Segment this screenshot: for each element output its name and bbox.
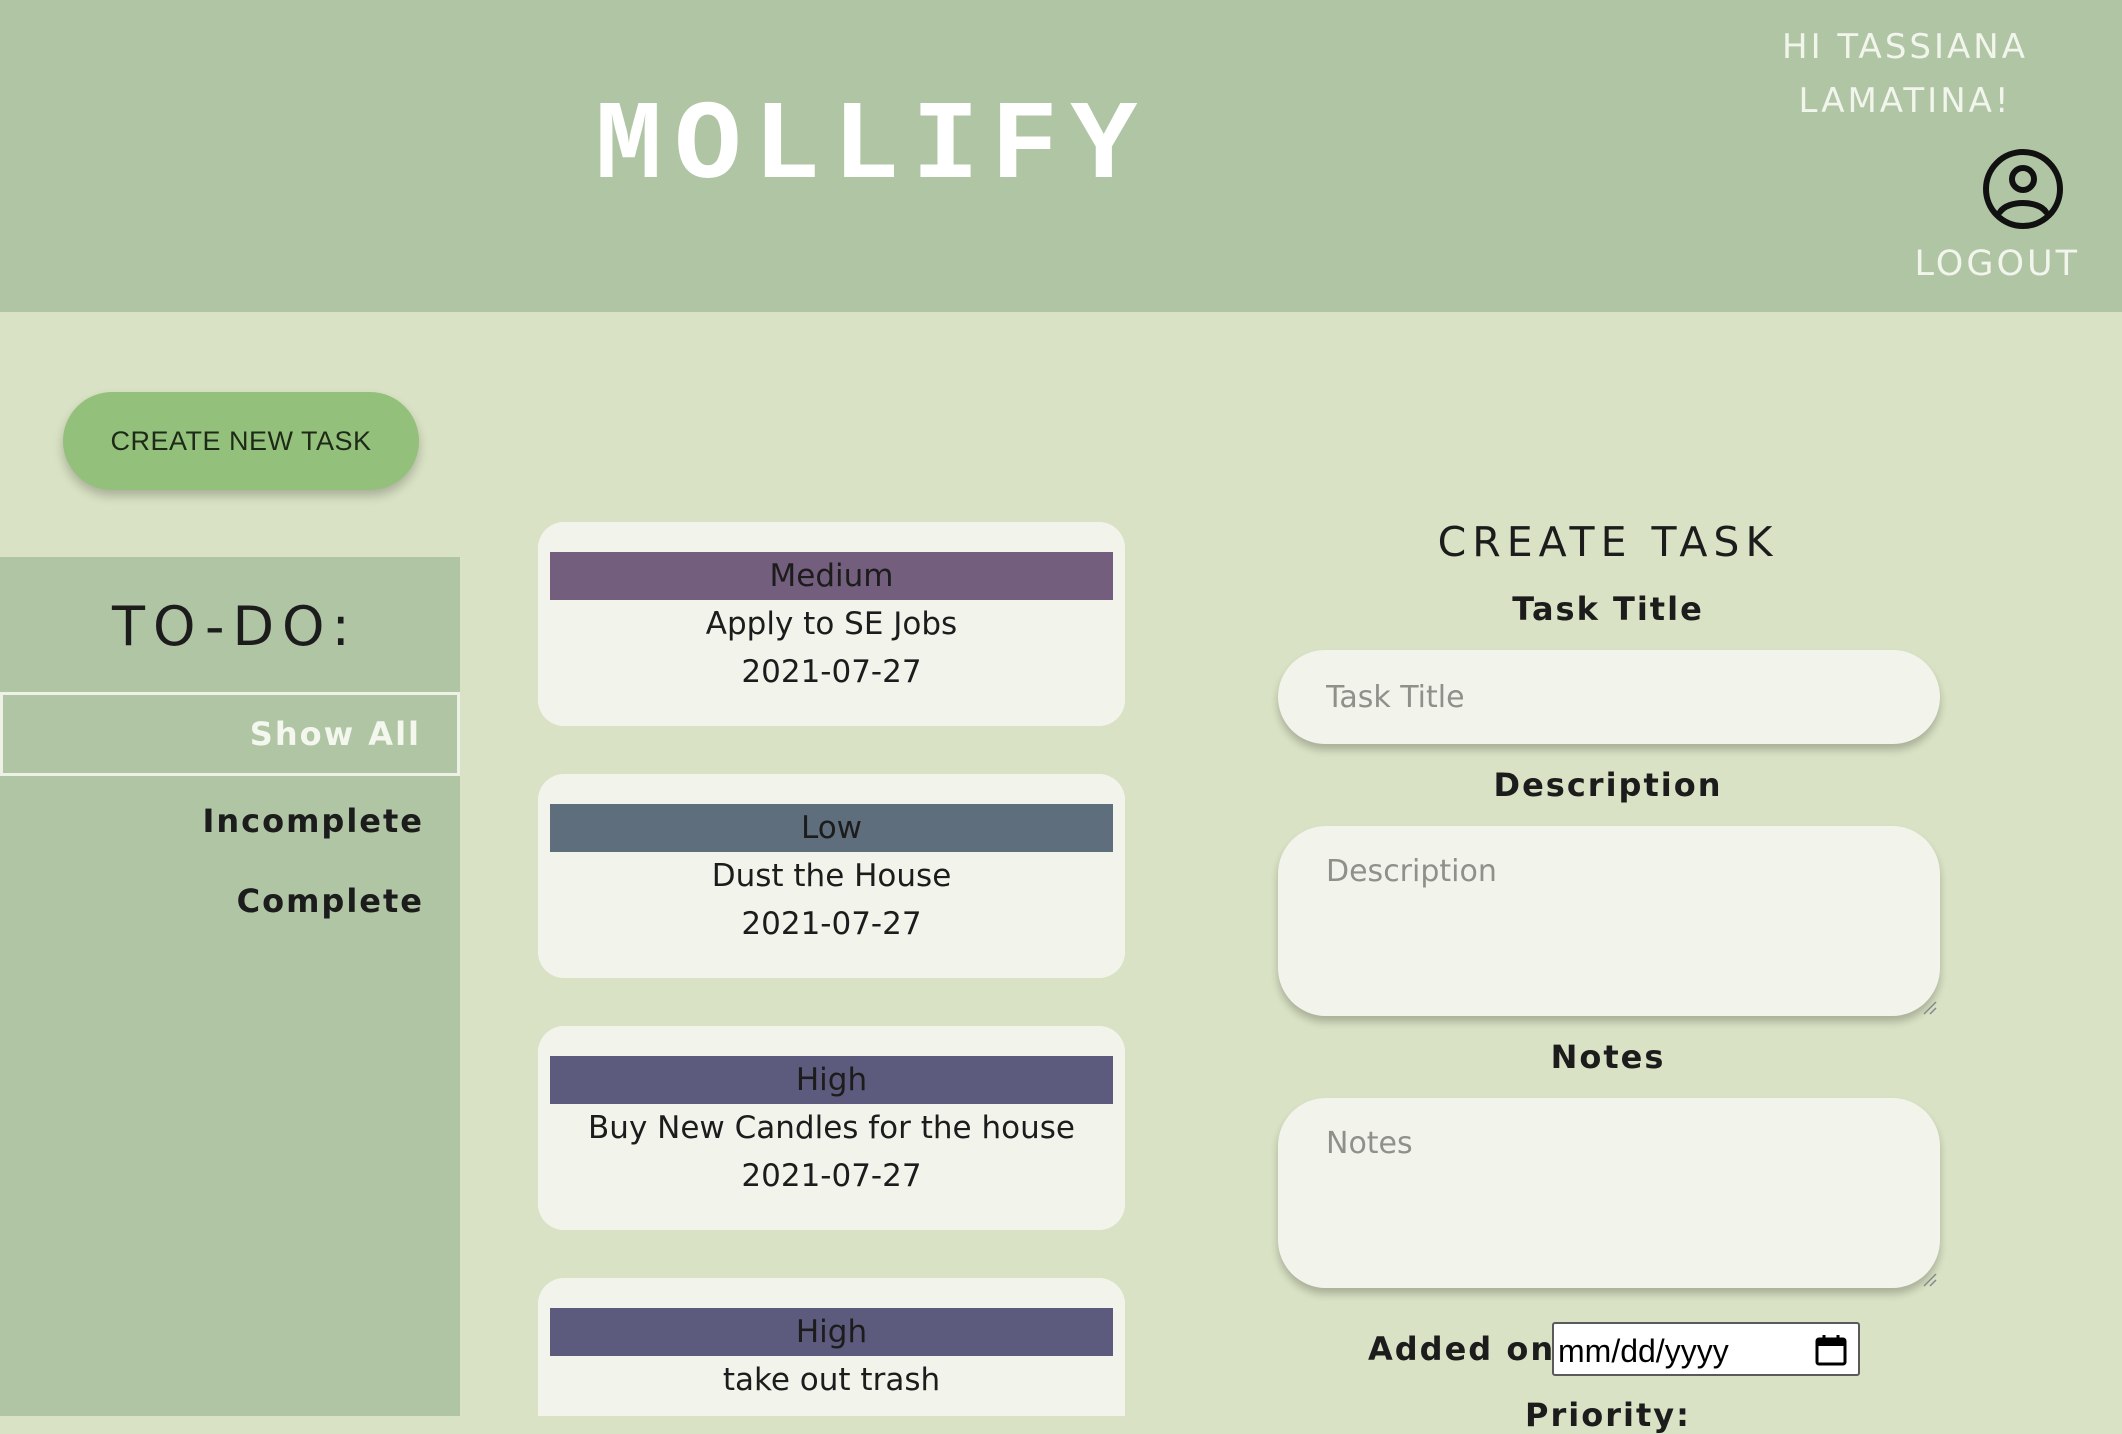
priority-badge: High [550,1308,1113,1356]
user-circle-icon[interactable] [1982,148,2064,230]
app-header: MOLLIFY HI TASSIANA LAMATINA! LOGOUT [0,0,2122,312]
task-title-label: Task Title [1512,590,1704,628]
task-date: 2021-07-27 [741,654,922,690]
date-placeholder: mm/dd/yyyy [1558,1333,1729,1369]
todo-sidebar: TO-DO: Show All Incomplete Complete [0,557,460,1416]
sidebar-title: TO-DO: [112,595,358,658]
task-card[interactable]: Medium Apply to SE Jobs 2021-07-27 [538,522,1125,726]
description-label: Description [1493,766,1723,804]
priority-label: Priority: [1525,1396,1691,1434]
create-new-task-button[interactable]: CREATE NEW TASK [63,392,419,490]
task-title-input[interactable] [1278,650,1940,744]
priority-badge: Low [550,804,1113,852]
user-greeting: HI TASSIANA LAMATINA! [1782,27,2028,121]
calendar-icon[interactable] [1814,1333,1848,1367]
notes-label: Notes [1550,1038,1666,1076]
task-date: 2021-07-27 [741,1158,922,1194]
app-logo-text: MOLLIFY [595,84,1150,211]
task-card[interactable]: High take out trash [538,1278,1125,1416]
create-task-heading: CREATE TASK [1437,518,1779,566]
logout-link[interactable]: LOGOUT [1900,244,2080,284]
task-title: Buy New Candles for the house [588,1110,1075,1146]
filter-complete[interactable]: Complete [0,859,460,943]
filter-show-all[interactable]: Show All [0,692,460,776]
priority-badge: High [550,1056,1113,1104]
task-title: Dust the House [711,858,952,894]
task-card[interactable]: High Buy New Candles for the house 2021-… [538,1026,1125,1230]
task-card[interactable]: Low Dust the House 2021-07-27 [538,774,1125,978]
added-on-label: Added on: [1368,1330,1570,1368]
priority-badge: Medium [550,552,1113,600]
filter-incomplete[interactable]: Incomplete [0,779,460,863]
task-title: take out trash [722,1362,941,1398]
task-title: Apply to SE Jobs [705,606,958,642]
notes-textarea[interactable] [1278,1098,1940,1288]
task-date: 2021-07-27 [741,906,922,942]
description-textarea[interactable] [1278,826,1940,1016]
resize-grip-icon[interactable] [1922,1000,1938,1016]
resize-grip-icon[interactable] [1922,1272,1938,1288]
added-on-date-input[interactable]: mm/dd/yyyy [1552,1322,1860,1376]
